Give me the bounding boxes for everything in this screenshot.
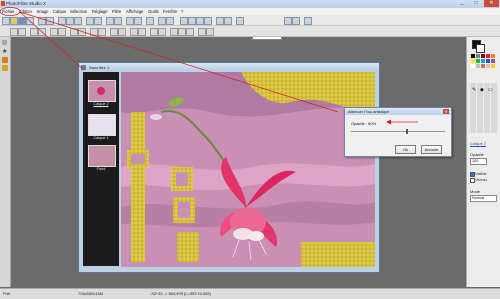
annotation-arrow-head (386, 119, 391, 125)
annotation-line-doc (19, 11, 85, 71)
annotation-circle-menu (0, 7, 21, 16)
annotation-line-dialog (19, 11, 339, 113)
annotation-overlay (0, 7, 418, 125)
